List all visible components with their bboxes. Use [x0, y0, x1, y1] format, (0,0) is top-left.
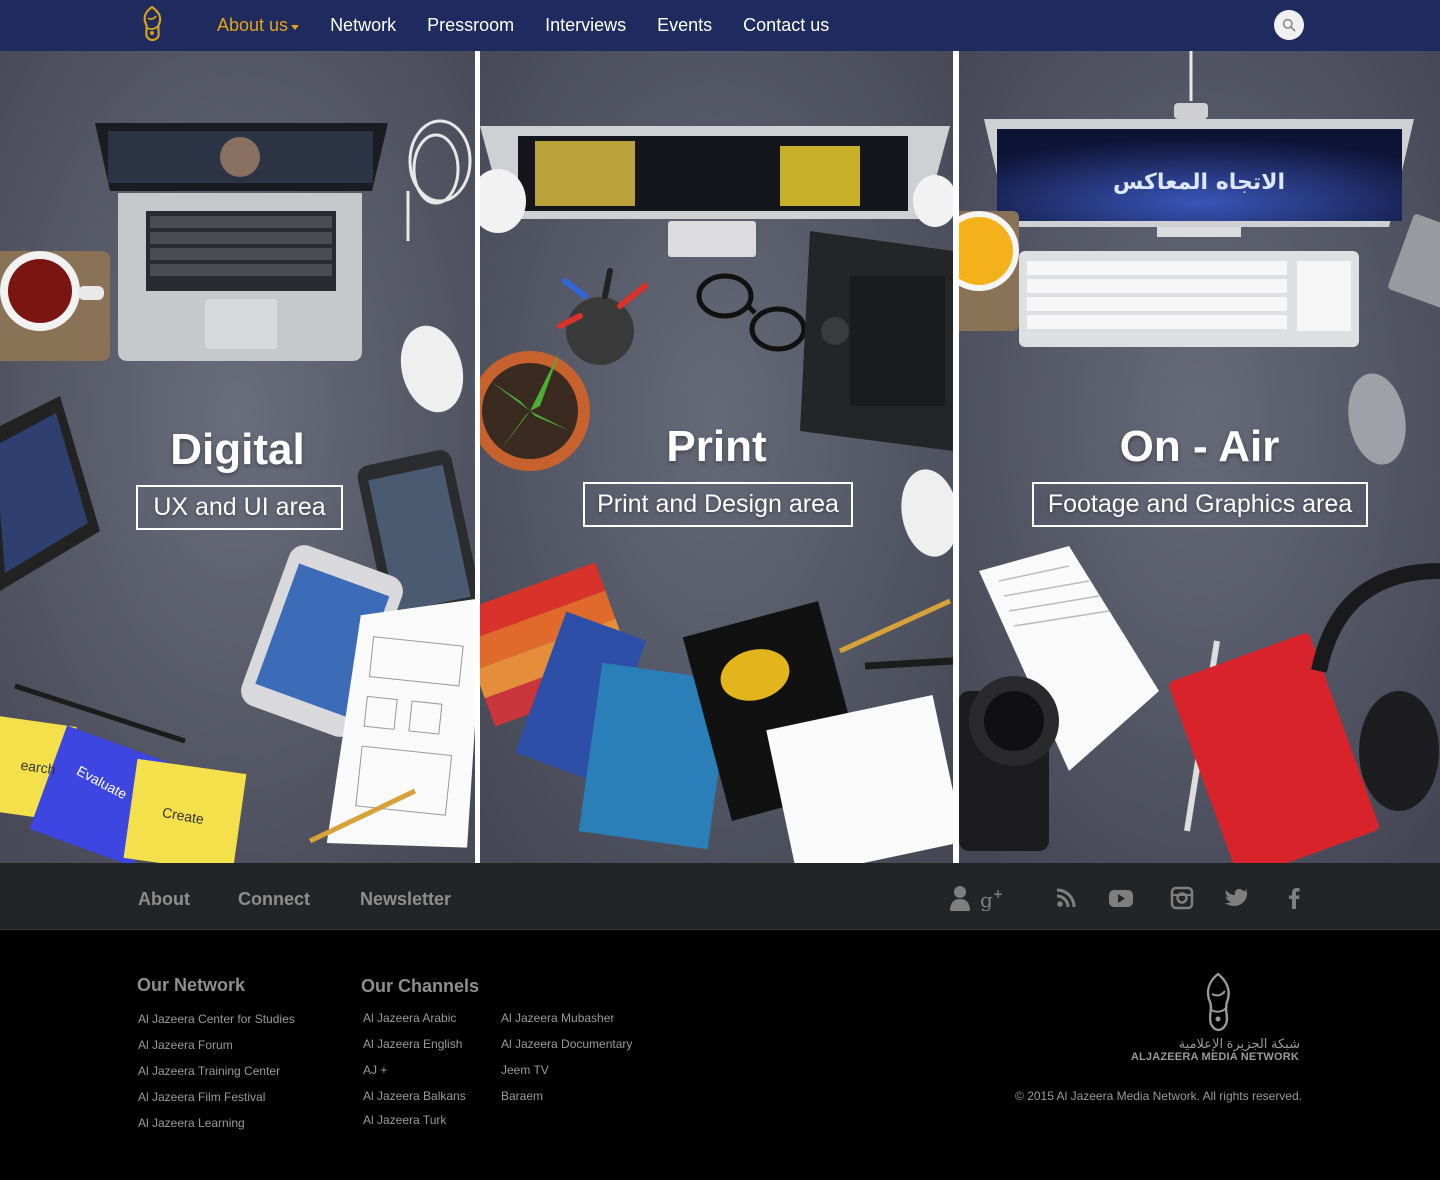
channel-link[interactable]: Al Jazeera Turk [363, 1113, 446, 1127]
panel-digital[interactable]: earch Evaluate Create Digital UX and UI … [0, 51, 475, 863]
our-channels-heading: Our Channels [361, 976, 480, 996]
channel-link[interactable]: Al Jazeera Mubasher [501, 1011, 614, 1025]
channel-link[interactable]: AJ + [363, 1063, 387, 1077]
panel-print[interactable]: Print Print and Design area [480, 51, 953, 863]
caret-down-icon [291, 24, 300, 30]
svg-text:g: g [980, 888, 993, 911]
footer-bar: About Connect Newsletter g + [0, 863, 1440, 930]
channel-link[interactable]: Baraem [501, 1089, 543, 1103]
instagram-icon[interactable] [1169, 885, 1195, 911]
channel-link[interactable]: Al Jazeera Arabic [363, 1011, 456, 1025]
nav-item-contact-us[interactable]: Contact us [743, 15, 829, 36]
footer-link-newsletter[interactable]: Newsletter [360, 889, 451, 910]
search-icon [1282, 18, 1296, 32]
user-icon[interactable] [948, 885, 974, 911]
brand-arabic-name: شبكة الجزيرة الإعلامية [1178, 1036, 1300, 1051]
channel-link[interactable]: Al Jazeera Documentary [501, 1037, 632, 1051]
facebook-icon[interactable] [1281, 885, 1307, 911]
network-link[interactable]: Al Jazeera Film Festival [138, 1090, 265, 1104]
panel-on-air[interactable]: الاتجاه المعاكس On - Air Footage and Gra… [959, 51, 1440, 863]
panel-subtitle-button[interactable]: Print and Design area [583, 482, 853, 527]
nav-item-events[interactable]: Events [657, 15, 712, 36]
brand-english-name: ALJAZEERA MEDIA NETWORK [1130, 1051, 1299, 1063]
nav-item-pressroom[interactable]: Pressroom [427, 15, 514, 36]
copyright-text: © 2015 Al Jazeera Media Network. All rig… [1015, 1089, 1302, 1103]
footer-link-about[interactable]: About [138, 889, 190, 910]
twitter-icon[interactable] [1225, 885, 1251, 911]
our-network-heading: Our Network [137, 975, 246, 995]
network-link[interactable]: Al Jazeera Learning [138, 1116, 245, 1130]
svg-text:الاتجاه المعاكس: الاتجاه المعاكس [1113, 170, 1285, 195]
nav-item-label: About us [217, 15, 289, 35]
youtube-icon[interactable] [1108, 885, 1134, 911]
panel-title: On - Air [1119, 422, 1280, 471]
main-menu: About us Network Pressroom Interviews Ev… [217, 0, 860, 51]
svg-text:+: + [993, 887, 1003, 901]
top-navigation-bar: About us Network Pressroom Interviews Ev… [0, 0, 1440, 51]
channel-link[interactable]: Al Jazeera Balkans [363, 1089, 466, 1103]
network-link[interactable]: Al Jazeera Center for Studies [138, 1012, 295, 1026]
channel-link[interactable]: Al Jazeera English [363, 1037, 462, 1051]
panel-subtitle-button[interactable]: Footage and Graphics area [1032, 482, 1368, 527]
search-button[interactable] [1274, 10, 1304, 40]
google-plus-icon[interactable]: g + [980, 885, 1006, 911]
area-panels: earch Evaluate Create Digital UX and UI … [0, 51, 1440, 863]
rss-icon[interactable] [1053, 885, 1079, 911]
aljazeera-network-logo-icon [1206, 972, 1230, 1032]
panel-subtitle-button[interactable]: UX and UI area [136, 485, 343, 530]
network-link[interactable]: Al Jazeera Training Center [138, 1064, 280, 1078]
panel-title: Digital [170, 425, 305, 474]
footer-link-connect[interactable]: Connect [238, 889, 310, 910]
channel-link[interactable]: Jeem TV [501, 1063, 549, 1077]
panel-title: Print [666, 422, 767, 471]
nav-item-interviews[interactable]: Interviews [545, 15, 626, 36]
nav-item-network[interactable]: Network [330, 15, 396, 36]
nav-item-about-us[interactable]: About us [217, 15, 300, 36]
network-link[interactable]: Al Jazeera Forum [138, 1038, 233, 1052]
aljazeera-logo-icon[interactable] [136, 4, 168, 44]
